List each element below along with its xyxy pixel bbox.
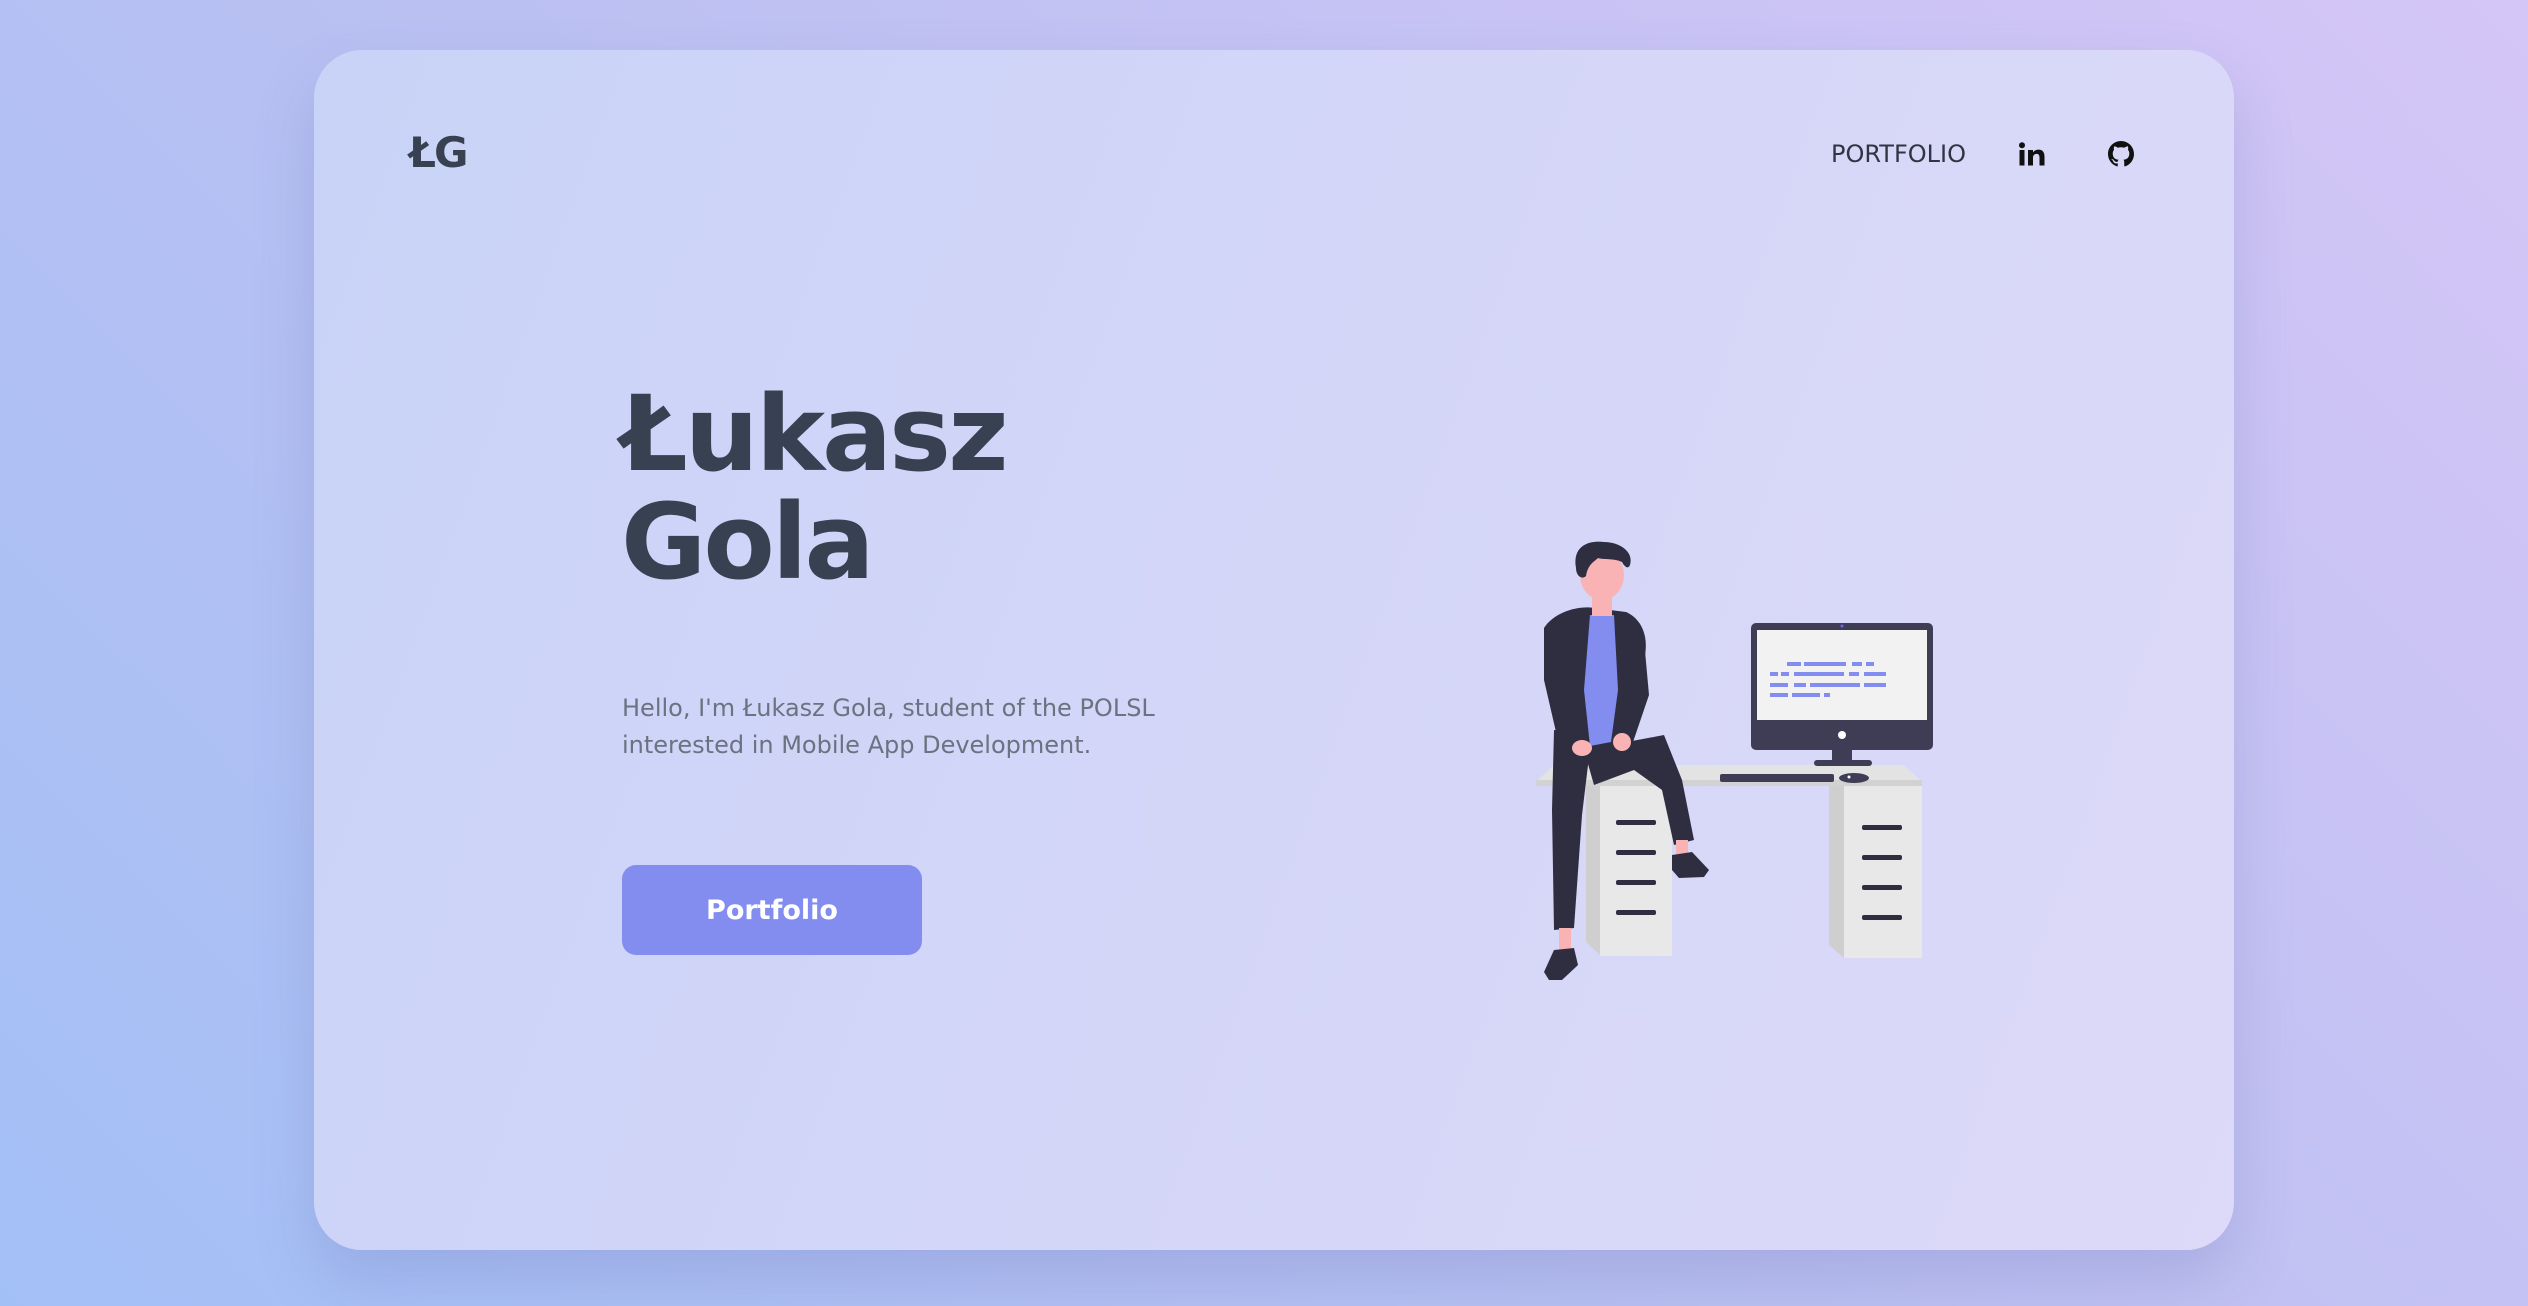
- keyboard: [1720, 774, 1834, 782]
- person-back-shoe: [1544, 948, 1578, 980]
- left-drawer-handle: [1616, 880, 1656, 885]
- linkedin-link[interactable]: [2015, 137, 2049, 171]
- monitor-button: [1838, 731, 1846, 739]
- site-logo[interactable]: ŁG: [409, 132, 468, 174]
- person-front-shoe: [1672, 852, 1709, 878]
- hero-description: Hello, I'm Łukasz Gola, student of the P…: [622, 690, 1182, 764]
- github-icon: [2108, 141, 2134, 167]
- monitor-base: [1814, 760, 1872, 766]
- github-link[interactable]: [2104, 137, 2138, 171]
- hero-title-first-name: Łukasz: [621, 373, 1009, 495]
- mouse: [1839, 773, 1869, 783]
- linkedin-icon: [2019, 142, 2045, 166]
- left-cabinet: [1600, 786, 1672, 956]
- portfolio-button[interactable]: Portfolio: [622, 865, 922, 955]
- left-drawer-handle: [1616, 910, 1656, 915]
- left-drawer-handle: [1616, 820, 1656, 825]
- hero-card: ŁG PORTFOLIO Łukasz Gola Hello, I'm Łuka…: [314, 50, 2234, 1250]
- left-drawer-handle: [1616, 850, 1656, 855]
- right-cabinet-side: [1829, 786, 1844, 958]
- hero-title: Łukasz Gola: [621, 373, 1009, 603]
- hero-description-line-2: interested in Mobile App Development.: [622, 731, 1092, 759]
- person-shirt: [1584, 615, 1618, 746]
- left-cabinet-side: [1586, 786, 1600, 955]
- right-drawer-handle: [1862, 915, 1902, 920]
- right-drawer-handle: [1862, 855, 1902, 860]
- right-drawer-handle: [1862, 825, 1902, 830]
- right-cabinet: [1844, 786, 1922, 958]
- right-drawer-handle: [1862, 885, 1902, 890]
- person-at-desk-illustration: [1536, 541, 1933, 980]
- hero-description-line-1: Hello, I'm Łukasz Gola, student of the P…: [622, 694, 1155, 722]
- hero-title-last-name: Gola: [621, 481, 875, 603]
- monitor-camera: [1840, 624, 1844, 628]
- nav-link-portfolio[interactable]: PORTFOLIO: [1831, 142, 1966, 166]
- person-left-hand: [1572, 740, 1592, 756]
- person-right-hand: [1613, 733, 1631, 751]
